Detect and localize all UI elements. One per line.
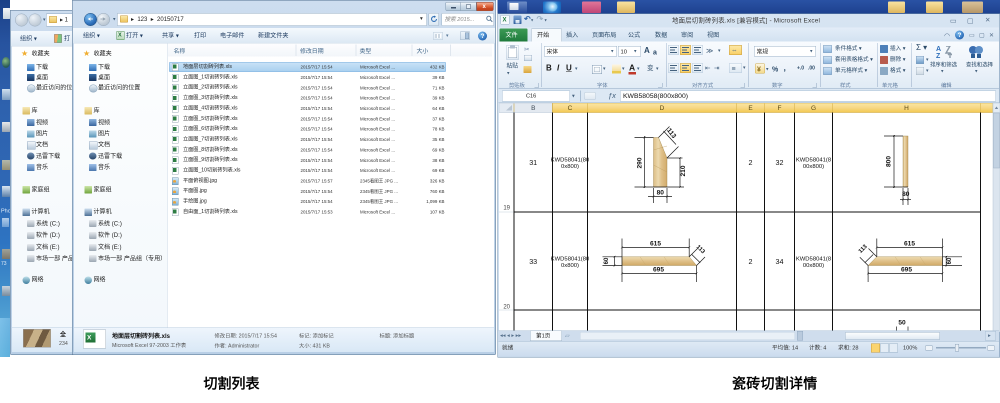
svg-text:KWD58041(8: KWD58041(8: [796, 256, 832, 262]
svg-text:210: 210: [680, 165, 687, 176]
svg-text:32: 32: [776, 158, 784, 167]
svg-text:31: 31: [529, 158, 537, 167]
svg-text:0x800): 0x800): [561, 263, 579, 269]
svg-text:00x800): 00x800): [803, 164, 824, 170]
svg-text:KWD58041(80: KWD58041(80: [551, 256, 590, 262]
svg-text:19: 19: [503, 206, 510, 212]
svg-text:0x800): 0x800): [561, 164, 579, 170]
svg-text:KWD58041(80: KWD58041(80: [551, 157, 590, 163]
svg-text:H: H: [904, 105, 909, 112]
svg-text:800: 800: [886, 156, 893, 167]
svg-text:00x800): 00x800): [803, 263, 824, 269]
svg-text:60: 60: [604, 257, 610, 264]
svg-text:2: 2: [749, 257, 753, 266]
svg-text:80: 80: [902, 191, 910, 198]
svg-text:B: B: [531, 105, 535, 112]
svg-text:34: 34: [776, 257, 784, 266]
svg-text:60: 60: [947, 257, 953, 264]
svg-text:G: G: [811, 105, 816, 112]
svg-text:C: C: [568, 105, 573, 112]
svg-text:D: D: [660, 105, 665, 112]
svg-text:2: 2: [749, 158, 753, 167]
svg-text:33: 33: [529, 257, 537, 266]
svg-text:20: 20: [503, 305, 510, 311]
svg-text:50: 50: [898, 320, 906, 327]
svg-text:E: E: [748, 105, 753, 112]
svg-text:KWD58041(8: KWD58041(8: [796, 157, 832, 163]
svg-text:F: F: [778, 105, 782, 112]
svg-text:290: 290: [637, 157, 644, 168]
svg-text:695: 695: [901, 266, 912, 273]
svg-text:80: 80: [657, 190, 665, 197]
svg-text:615: 615: [904, 240, 915, 247]
svg-text:695: 695: [653, 266, 664, 273]
svg-text:615: 615: [650, 240, 661, 247]
